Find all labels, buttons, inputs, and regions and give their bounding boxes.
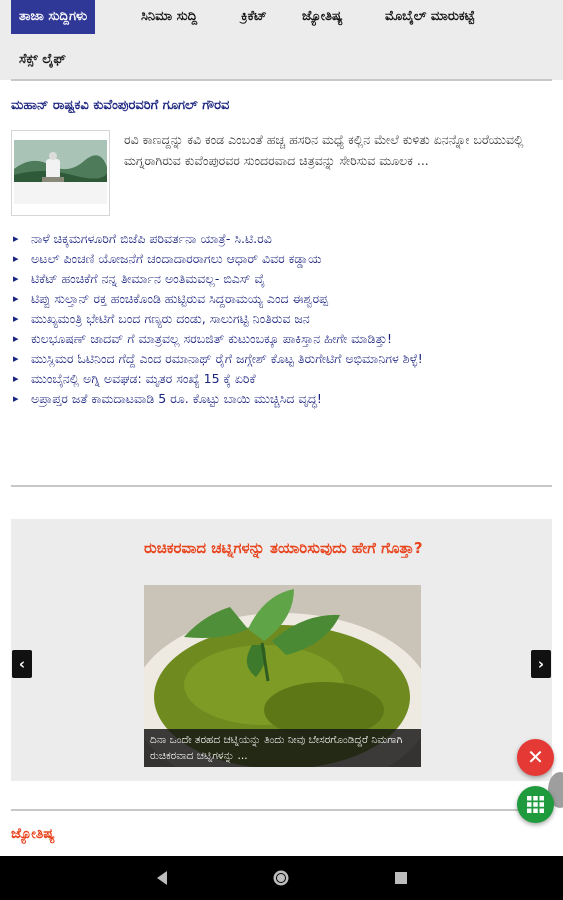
slide-title[interactable]: ರುಚಿಕರವಾದ ಚಟ್ನಿಗಳನ್ನು ತಯಾರಿಸುವುದು ಹೇಗೆ ಗ…	[144, 537, 444, 560]
tab-mobile-market[interactable]: ಮೊಬೈಲ್ ಮಾರುಕಟ್ಟೆ	[377, 0, 483, 34]
headline-thumbnail[interactable]	[11, 130, 110, 216]
section-divider	[11, 809, 552, 811]
tab-latest-news[interactable]: ತಾಜಾ ಸುದ್ದಿಗಳು	[11, 0, 96, 34]
tab-cinema[interactable]: ಸಿನಿಮಾ ಸುದ್ದಿ	[133, 0, 205, 34]
featured-slider: ರುಚಿಕರವಾದ ಚಟ್ನಿಗಳನ್ನು ತಯಾರಿಸುವುದು ಹೇಗೆ ಗ…	[11, 519, 552, 781]
thumbnail-image	[12, 131, 109, 215]
slider-prev-button[interactable]: ‹	[12, 650, 32, 678]
bullet-icon: ▸	[13, 312, 19, 325]
bullet-icon: ▸	[13, 272, 19, 285]
tabs-divider	[11, 79, 552, 81]
home-icon[interactable]	[271, 868, 291, 888]
category-tabs: ತಾಜಾ ಸುದ್ದಿಗಳು ಸಿನಿಮಾ ಸುದ್ದಿ ಕ್ರಿಕೆಟ್ ಜ್…	[0, 0, 563, 80]
tab-sex-life[interactable]: ಸೆಕ್ಸ್ ಲೈಫ್	[11, 43, 74, 77]
bullet-icon: ▸	[13, 392, 19, 405]
news-item[interactable]: ▸ ಮುಖ್ಯಮಂತ್ರಿ ಭೇಟಿಗೆ ಬಂದ ಗಣ್ಯರು ದಂಡು, ಸಾಲ…	[11, 309, 551, 329]
slider-next-button[interactable]: ›	[531, 650, 551, 678]
headline-title[interactable]: ಮಹಾನ್ ರಾಷ್ಟ್ರಕವಿ ಕುವೆಂಪುರವರಿಗೆ ಗೂಗಲ್ ಗೌರ…	[11, 98, 551, 113]
bullet-icon: ▸	[13, 352, 19, 365]
news-item[interactable]: ▸ ಮುಸ್ಲಿಮರ ಓಟಿನಿಂದ ಗೆದ್ದೆ ಎಂದ ರಮಾನಾಥ್ ರೈಗ…	[11, 349, 551, 369]
tab-astrology[interactable]: ಜ್ಯೋತಿಷ್ಯ	[294, 0, 351, 34]
news-item[interactable]: ▸ ಮುಂಬೈನಲ್ಲಿ ಅಗ್ನಿ ಅವಘಡ: ಮೃತರ ಸಂಖ್ಯೆ 15 ಕ…	[11, 369, 551, 389]
headline-summary: ರವಿ ಕಾಣದ್ದನ್ನು ಕವಿ ಕಂಡ ಎಂಬಂತೆ ಹಚ್ಚ ಹಸರಿನ…	[124, 132, 524, 168]
recents-icon[interactable]	[392, 868, 410, 888]
grid-menu-button[interactable]	[517, 786, 554, 823]
app-page: ತಾಜಾ ಸುದ್ದಿಗಳು ಸಿನಿಮಾ ಸುದ್ದಿ ಕ್ರಿಕೆಟ್ ಜ್…	[0, 0, 563, 900]
news-item[interactable]: ▸ ಅಟಲ್ ಪಿಂಚಣಿ ಯೋಜನೆಗೆ ಚಂದಾದಾರರಾಗಲು ಆಧಾರ್ …	[11, 249, 551, 269]
grid-icon	[527, 796, 544, 813]
bullet-icon: ▸	[13, 292, 19, 305]
section-divider	[11, 485, 552, 487]
bullet-icon: ▸	[13, 232, 19, 245]
news-item[interactable]: ▸ ನಾಳೆ ಚಿಕ್ಕಮಗಳೂರಿಗೆ ಬಿಜೆಪಿ ಪರಿವರ್ತನಾ ಯಾತ…	[11, 229, 551, 249]
news-item[interactable]: ▸ ಟಿಕೆಟ್ ಹಂಚಿಕೆಗೆ ನನ್ನ ತೀರ್ಮಾನ ಅಂತಿಮವಲ್ಲ-…	[11, 269, 551, 289]
astrology-section-heading[interactable]: ಜ್ಯೋತಿಷ್ಯ	[11, 826, 55, 842]
news-item[interactable]: ▸ ಟಿಪ್ಪು ಸುಲ್ತಾನ್ ರಕ್ತ ಹಂಚಿಕೊಂಡಿ ಹುಟ್ಟಿರು…	[11, 289, 551, 309]
bullet-icon: ▸	[13, 252, 19, 265]
system-nav-bar	[0, 856, 563, 900]
back-icon[interactable]	[153, 868, 171, 888]
tab-cricket[interactable]: ಕ್ರಿಕೆಟ್	[233, 0, 275, 34]
slide-image[interactable]: ದಿನಾ ಒಂದೇ ತರಹದ ಚಟ್ನಿಯನ್ನು ತಿಂದು ನೀವು ಬೇಸ…	[144, 585, 421, 767]
close-fab-button[interactable]: ✕	[517, 739, 554, 776]
news-item[interactable]: ▸ ಅಪ್ರಾಪ್ತರ ಜತೆ ಕಾಮದಾಟವಾಡಿ 5 ರೂ. ಕೊಟ್ಟು ಬ…	[11, 389, 551, 409]
news-item[interactable]: ▸ ಕುಲಭೂಷಣ್ ಜಾದವ್ ಗೆ ಮಾತ್ರವಲ್ಲ ಸರಬಜಿತ್ ಕುಟ…	[11, 329, 551, 349]
bullet-icon: ▸	[13, 372, 19, 385]
slide-caption: ದಿನಾ ಒಂದೇ ತರಹದ ಚಟ್ನಿಯನ್ನು ತಿಂದು ನೀವು ಬೇಸ…	[144, 729, 421, 767]
bullet-icon: ▸	[13, 332, 19, 345]
news-list: ▸ ನಾಳೆ ಚಿಕ್ಕಮಗಳೂರಿಗೆ ಬಿಜೆಪಿ ಪರಿವರ್ತನಾ ಯಾತ…	[11, 229, 551, 409]
